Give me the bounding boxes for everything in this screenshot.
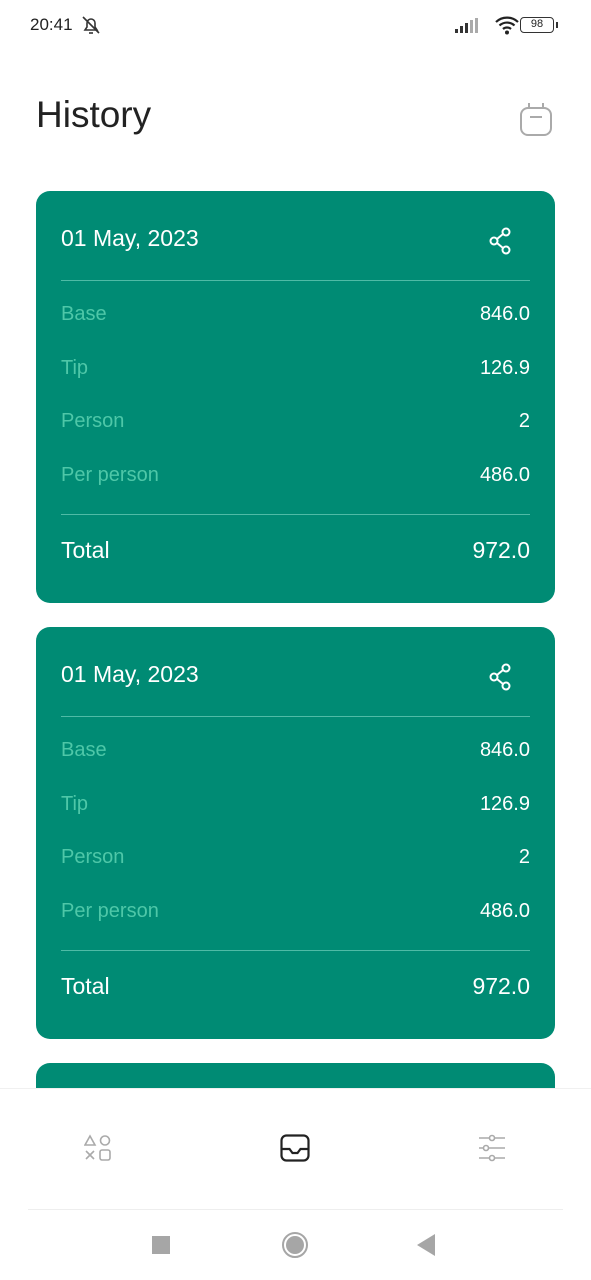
row-total: Total 972.0 — [61, 973, 530, 1000]
row-value: 126.9 — [479, 793, 530, 815]
row-total: Total 972.0 — [61, 537, 530, 564]
row-base: Base 846.0 — [61, 303, 530, 326]
divider — [61, 514, 530, 515]
row-value: 846.0 — [479, 303, 530, 325]
row-per-person: Per person 486.0 — [61, 464, 530, 487]
row-tip: Tip 126.9 — [61, 793, 530, 816]
row-label: Base — [61, 739, 107, 761]
home-button[interactable] — [282, 1232, 308, 1258]
row-label: Person — [61, 846, 125, 868]
row-per-person: Per person 486.0 — [61, 900, 530, 923]
history-card: 01 May, 2023 Base 846.0 Tip 126.9 Person 2 … — [36, 627, 555, 1039]
system-nav-bar — [28, 1209, 563, 1280]
signal-icon — [455, 18, 478, 33]
row-label: Tip — [61, 793, 89, 815]
row-person: Person 2 — [61, 410, 530, 433]
share-icon[interactable] — [488, 227, 514, 255]
row-value: 2 — [518, 410, 530, 432]
battery-indicator: 98 — [520, 17, 558, 33]
row-label: Base — [61, 303, 107, 325]
total-label: Total — [61, 973, 110, 999]
row-label: Per person — [61, 464, 159, 486]
row-base: Base 846.0 — [61, 739, 530, 762]
row-value: 486.0 — [479, 900, 530, 922]
divider — [61, 280, 530, 281]
share-icon[interactable] — [488, 663, 514, 691]
recents-button[interactable] — [152, 1236, 170, 1254]
bottom-nav — [0, 1088, 591, 1210]
divider — [61, 950, 530, 951]
row-value: 126.9 — [479, 357, 530, 379]
row-label: Per person — [61, 900, 159, 922]
nav-settings-sliders-icon[interactable] — [478, 1134, 506, 1162]
back-button[interactable] — [417, 1234, 435, 1256]
history-card: 01 May, 2023 Base 846.0 Tip 126.9 Person 2 … — [36, 191, 555, 603]
calendar-icon[interactable] — [519, 102, 553, 136]
card-date: 01 May, 2023 — [61, 225, 199, 251]
history-list[interactable]: 01 May, 2023 Base 846.0 Tip 126.9 Person 2 … — [36, 191, 555, 1103]
row-person: Person 2 — [61, 846, 530, 869]
card-date: 01 May, 2023 — [61, 661, 199, 687]
nav-shapes-icon[interactable] — [84, 1134, 112, 1162]
row-tip: Tip 126.9 — [61, 357, 530, 380]
total-value: 972.0 — [472, 973, 530, 999]
bell-muted-icon — [82, 16, 100, 34]
row-value: 846.0 — [479, 739, 530, 761]
nav-history-inbox-icon[interactable] — [280, 1134, 310, 1162]
total-label: Total — [61, 537, 110, 563]
status-time: 20:41 — [30, 15, 73, 34]
row-label: Tip — [61, 357, 89, 379]
row-label: Person — [61, 410, 125, 432]
row-value: 486.0 — [479, 464, 530, 486]
wifi-icon — [495, 16, 519, 35]
status-bar: 20:41 98 — [0, 0, 591, 50]
page-title: History — [36, 94, 152, 135]
divider — [61, 716, 530, 717]
row-value: 2 — [518, 846, 530, 868]
total-value: 972.0 — [472, 537, 530, 563]
